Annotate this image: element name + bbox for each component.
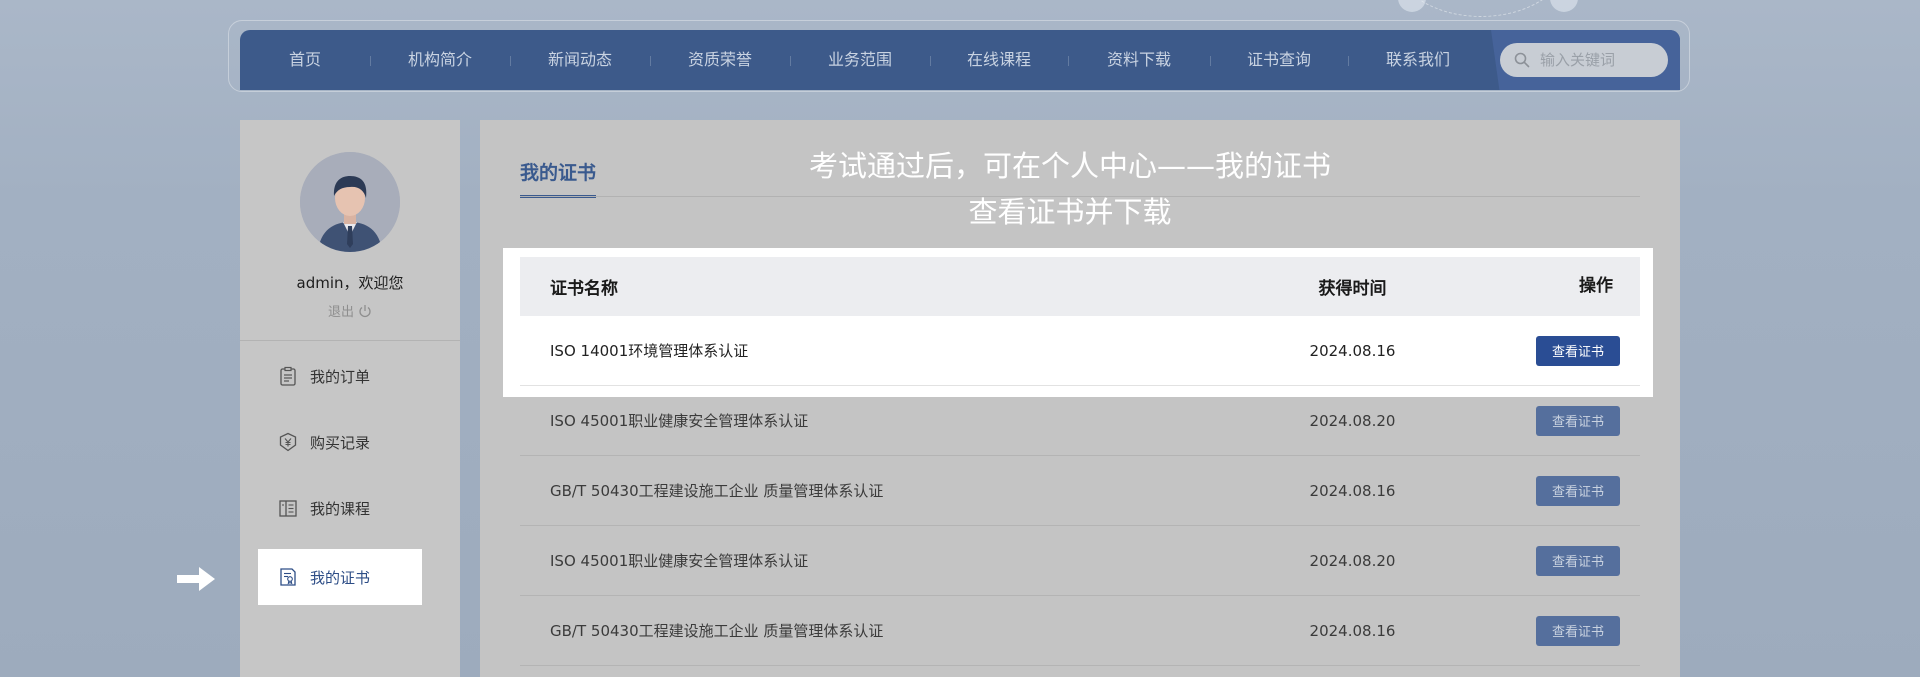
view-certificate-button[interactable]: 查看证书 <box>1536 475 1620 506</box>
nav-item-home[interactable]: 首页 <box>240 30 370 90</box>
header-action: 操作 <box>1579 257 1640 316</box>
sidebar-item-courses[interactable]: 我的课程 <box>258 480 422 536</box>
search-icon <box>1514 52 1530 68</box>
book-icon <box>278 498 298 518</box>
nav-item-news[interactable]: 新闻动态 <box>510 30 650 90</box>
view-certificate-button[interactable]: 查看证书 <box>1536 545 1620 576</box>
nav-item-courses[interactable]: 在线课程 <box>930 30 1068 90</box>
clipboard-icon <box>278 366 298 386</box>
header-action-label: 操作 <box>1579 276 1613 296</box>
view-certificate-button[interactable]: 查看证书 <box>1536 335 1620 366</box>
certificate-name: GB/T 50430工程建设施工企业 质量管理体系认证 <box>550 482 884 500</box>
nav-item-honors[interactable]: 资质荣誉 <box>650 30 790 90</box>
yen-shield-icon <box>278 432 298 452</box>
avatar <box>300 152 400 252</box>
action-cell: 查看证书 <box>1536 386 1640 455</box>
search-box <box>1500 43 1668 77</box>
table-row: GB/T 50430工程建设施工企业 质量管理体系认证 2024.08.16 查… <box>520 596 1640 666</box>
top-navigation: 首页 机构简介 新闻动态 资质荣誉 业务范围 在线课程 资料下载 证书查询 联系… <box>240 30 1680 90</box>
certificate-date: 2024.08.16 <box>1309 621 1396 640</box>
sidebar-item-purchase-records[interactable]: 购买记录 <box>258 414 422 470</box>
table-header: 证书名称 获得时间 操作 <box>520 257 1640 316</box>
certificate-table: 证书名称 获得时间 操作 ISO 14001环境管理体系认证 2024.08.1… <box>520 257 1640 666</box>
table-row: GB/T 50430工程建设施工企业 质量管理体系认证 2024.08.16 查… <box>520 456 1640 526</box>
nav-item-downloads[interactable]: 资料下载 <box>1068 30 1210 90</box>
certificate-name: GB/T 50430工程建设施工企业 质量管理体系认证 <box>550 622 884 640</box>
power-icon <box>359 304 371 317</box>
certificate-date: 2024.08.20 <box>1309 551 1396 570</box>
certificate-name: ISO 45001职业健康安全管理体系认证 <box>550 552 809 570</box>
certificate-name: ISO 45001职业健康安全管理体系认证 <box>550 412 809 430</box>
user-avatar-icon <box>300 152 400 252</box>
sidebar-item-certificates[interactable]: 我的证书 <box>258 549 422 605</box>
certificate-date: 2024.08.20 <box>1309 411 1396 430</box>
tab-my-certificates[interactable]: 我的证书 <box>520 158 597 198</box>
sidebar-item-label: 我的课程 <box>310 499 371 518</box>
sidebar-divider <box>240 340 460 341</box>
table-row: ISO 45001职业健康安全管理体系认证 2024.08.20 查看证书 <box>520 386 1640 456</box>
certificate-icon <box>278 567 298 587</box>
action-cell: 查看证书 <box>1536 526 1640 595</box>
logout-link[interactable]: 退出 <box>240 301 460 320</box>
view-certificate-button[interactable]: 查看证书 <box>1536 405 1620 436</box>
sidebar-item-label: 购买记录 <box>310 433 371 452</box>
table-row: ISO 45001职业健康安全管理体系认证 2024.08.20 查看证书 <box>520 526 1640 596</box>
header-certificate-name: 证书名称 <box>550 279 618 299</box>
certificate-date: 2024.08.16 <box>1309 341 1396 360</box>
arrow-right-icon <box>177 567 215 591</box>
certificate-name: ISO 14001环境管理体系认证 <box>550 342 749 360</box>
nav-item-certificate-query[interactable]: 证书查询 <box>1210 30 1348 90</box>
nav-item-contact[interactable]: 联系我们 <box>1348 30 1488 90</box>
nav-menu: 首页 机构简介 新闻动态 资质荣誉 业务范围 在线课程 资料下载 证书查询 联系… <box>240 30 1488 90</box>
nav-item-business[interactable]: 业务范围 <box>790 30 930 90</box>
action-cell: 查看证书 <box>1536 596 1640 665</box>
action-cell: 查看证书 <box>1536 316 1640 385</box>
sidebar: admin，欢迎您 退出 我的订单 购买记录 我的课程 我的证书 <box>240 120 460 677</box>
welcome-text: admin，欢迎您 <box>296 274 404 292</box>
header-obtained-time: 获得时间 <box>1318 279 1387 299</box>
sidebar-item-label: 我的证书 <box>310 568 371 587</box>
sidebar-item-label: 我的订单 <box>310 367 371 386</box>
action-cell: 查看证书 <box>1536 456 1640 525</box>
view-certificate-button[interactable]: 查看证书 <box>1536 615 1620 646</box>
caption-line-2: 查看证书并下载 <box>968 195 1172 229</box>
caption-line-1: 考试通过后，可在个人中心——我的证书 <box>808 149 1332 183</box>
nav-item-about[interactable]: 机构简介 <box>370 30 510 90</box>
certificate-date: 2024.08.16 <box>1309 481 1396 500</box>
sidebar-item-orders[interactable]: 我的订单 <box>258 348 422 404</box>
logout-label: 退出 <box>327 305 354 320</box>
search-input[interactable] <box>1538 50 1662 70</box>
table-row: ISO 14001环境管理体系认证 2024.08.16 查看证书 <box>520 316 1640 386</box>
